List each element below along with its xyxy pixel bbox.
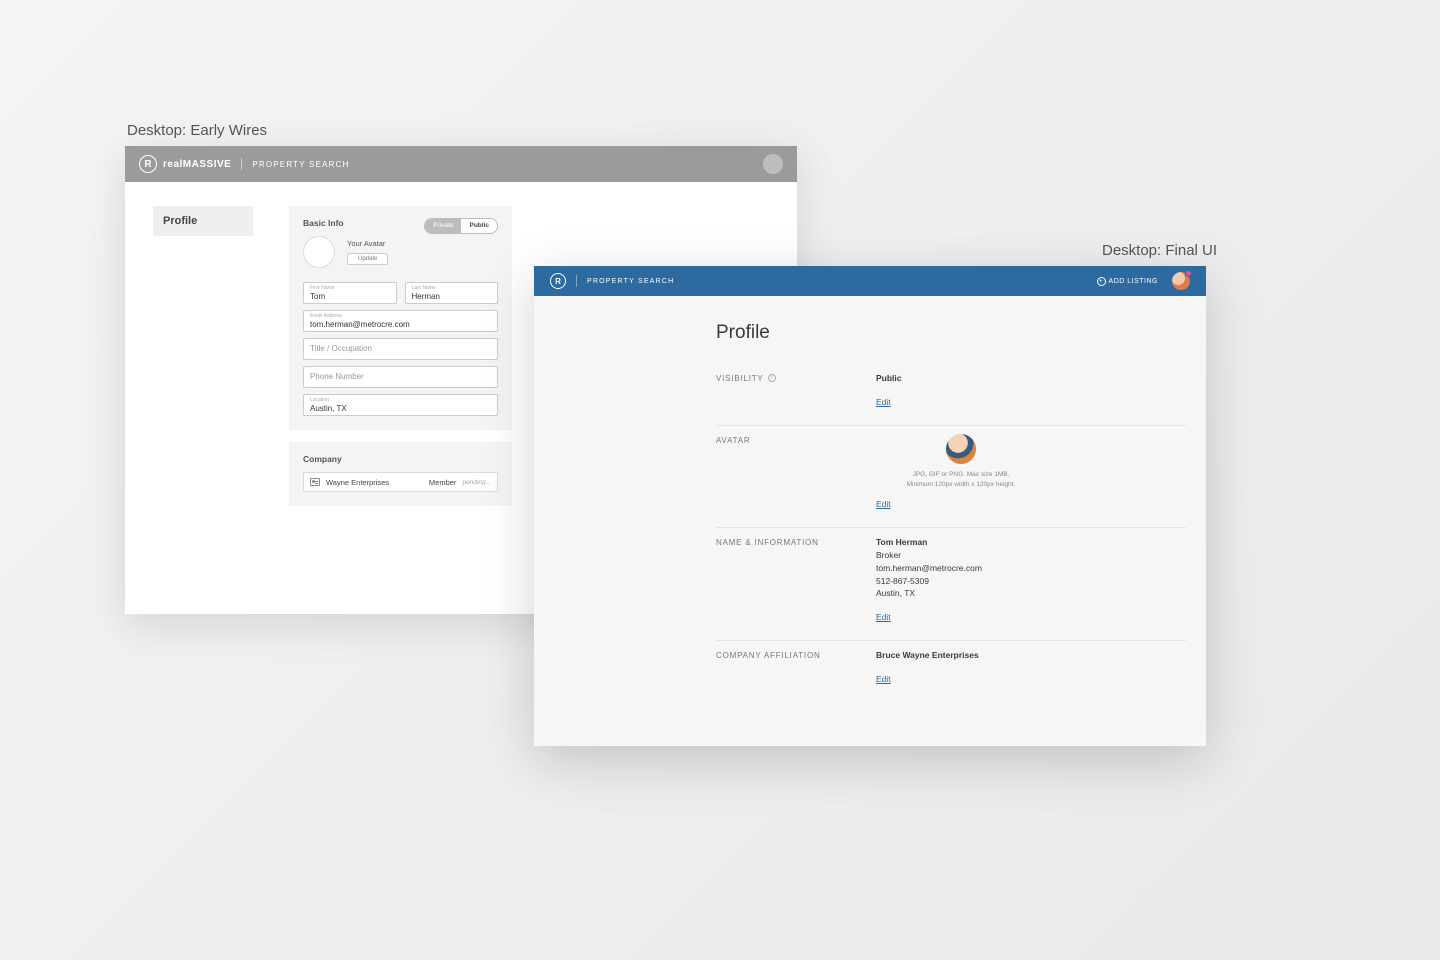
header-divider <box>241 158 242 170</box>
brand-prefix: Real <box>163 159 183 170</box>
phone-input[interactable]: Phone Number <box>303 366 498 388</box>
company-row[interactable]: Wayne Enterprises Member pending... <box>303 472 498 492</box>
header-subtitle: PROPERTY SEARCH <box>587 278 674 285</box>
info-email: tom.herman@metrocre.com <box>876 562 1186 575</box>
title-input[interactable]: Title / Occupation <box>303 338 498 360</box>
avatar-edit-link[interactable]: Edit <box>876 499 891 509</box>
visibility-label-text: VISIBILITY <box>716 374 764 383</box>
company-edit-link[interactable]: Edit <box>876 674 891 684</box>
plus-circle-icon: + <box>1097 277 1106 286</box>
info-phone: 512-867-5309 <box>876 575 1186 588</box>
email-value: tom.herman@metrocre.com <box>310 320 410 329</box>
id-card-icon <box>310 478 320 486</box>
logo-icon: R <box>550 273 566 289</box>
section-visibility: VISIBILITY i Public Edit <box>716 364 1186 426</box>
sidebar-tab-profile[interactable]: Profile <box>153 206 253 236</box>
info-label: NAME & INFORMATION <box>716 536 876 622</box>
last-name-value: Herman <box>412 292 440 301</box>
avatar-circle-icon <box>303 236 335 268</box>
final-header: R PROPERTY SEARCH + ADD LISTING <box>534 266 1206 296</box>
first-name-value: Tom <box>310 292 325 301</box>
avatar-hint-1: JPG, GIF or PNG. Max size 1MB. <box>913 470 1010 480</box>
section-info: NAME & INFORMATION Tom Herman Broker tom… <box>716 528 1186 641</box>
location-label: Location <box>310 397 329 403</box>
email-label: Email Address <box>310 313 342 319</box>
last-name-input[interactable]: Last Name Herman <box>405 282 499 304</box>
section-avatar: AVATAR JPG, GIF or PNG. Max size 1MB. Mi… <box>716 426 1186 529</box>
company-label-text: COMPANY AFFILIATION <box>716 651 821 660</box>
page-title: Profile <box>716 322 1206 344</box>
update-avatar-button[interactable]: Update <box>347 253 388 265</box>
location-input[interactable]: Location Austin, TX <box>303 394 498 416</box>
add-listing-button[interactable]: + ADD LISTING <box>1097 277 1158 286</box>
avatar-block: JPG, GIF or PNG. Max size 1MB. Minimum 1… <box>876 434 1046 490</box>
company-card: Company Wayne Enterprises Member pending… <box>289 442 512 506</box>
company-label: COMPANY AFFILIATION <box>716 649 876 684</box>
visibility-edit-link[interactable]: Edit <box>876 397 891 407</box>
add-listing-label: ADD LISTING <box>1109 278 1158 285</box>
avatar-image <box>946 434 976 464</box>
info-icon[interactable]: i <box>768 374 776 382</box>
info-label-text: NAME & INFORMATION <box>716 538 819 547</box>
company-role: Member <box>429 478 457 487</box>
final-window: R PROPERTY SEARCH + ADD LISTING Profile … <box>534 266 1206 746</box>
company-status: pending... <box>462 479 491 486</box>
basic-info-card: Private Public Basic Info Your Avatar Up… <box>289 206 512 430</box>
avatar-label: Your Avatar <box>347 239 388 248</box>
caption-final: Desktop: Final UI <box>1102 242 1217 259</box>
wireframe-main: Private Public Basic Info Your Avatar Up… <box>289 206 512 506</box>
brand-text: RealMassive <box>163 159 231 170</box>
section-company: COMPANY AFFILIATION Bruce Wayne Enterpri… <box>716 641 1186 702</box>
company-name: Wayne Enterprises <box>326 478 389 487</box>
visibility-label: VISIBILITY i <box>716 372 876 407</box>
visibility-toggle[interactable]: Private Public <box>424 218 498 234</box>
first-name-label: First Name <box>310 285 334 291</box>
toggle-private[interactable]: Private <box>425 219 461 233</box>
first-name-input[interactable]: First Name Tom <box>303 282 397 304</box>
company-title: Company <box>303 454 498 464</box>
email-input[interactable]: Email Address tom.herman@metrocre.com <box>303 310 498 332</box>
avatar-row: Your Avatar Update <box>303 236 498 268</box>
info-edit-link[interactable]: Edit <box>876 612 891 622</box>
wireframe-sidebar: Profile <box>153 206 253 506</box>
info-location: Austin, TX <box>876 587 1186 600</box>
avatar-label: AVATAR <box>716 434 876 510</box>
avatar-placeholder-icon[interactable] <box>763 154 783 174</box>
header-subtitle: PROPERTY SEARCH <box>252 160 349 169</box>
location-value: Austin, TX <box>310 404 347 413</box>
toggle-public[interactable]: Public <box>461 219 497 233</box>
visibility-value: Public <box>876 372 1186 385</box>
wireframe-header: R RealMassive PROPERTY SEARCH <box>125 146 797 182</box>
notification-dot-icon <box>1185 270 1192 277</box>
caption-wires: Desktop: Early Wires <box>127 122 267 139</box>
user-avatar[interactable] <box>1172 272 1190 290</box>
avatar-label-text: AVATAR <box>716 436 750 445</box>
avatar-hint-2: Minimum 120px width x 120px height. <box>907 480 1016 490</box>
info-role: Broker <box>876 549 1186 562</box>
company-value: Bruce Wayne Enterprises <box>876 649 1186 662</box>
header-divider <box>576 275 577 287</box>
title-placeholder: Title / Occupation <box>310 344 372 353</box>
logo-icon: R <box>139 155 157 173</box>
brand-suffix: Massive <box>183 159 232 170</box>
last-name-label: Last Name <box>412 285 436 291</box>
phone-placeholder: Phone Number <box>310 372 364 381</box>
final-body: Profile VISIBILITY i Public Edit AVATAR … <box>534 296 1206 702</box>
info-name: Tom Herman <box>876 536 1186 549</box>
